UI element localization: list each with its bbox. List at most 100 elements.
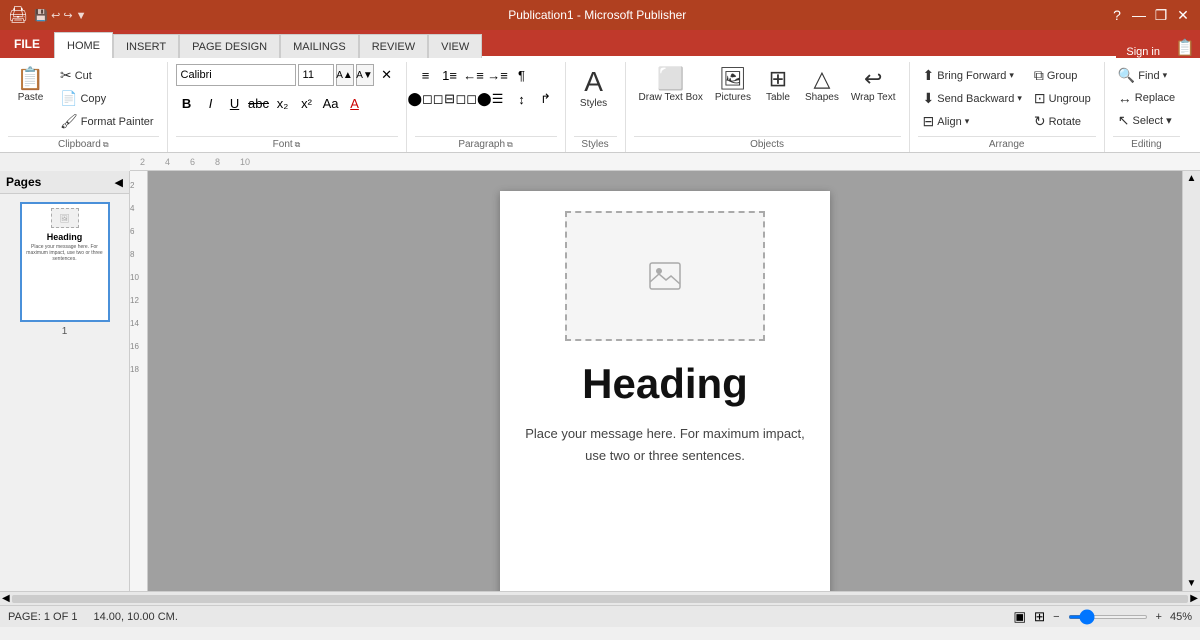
horizontal-ruler: /* ruler drawn via CSS */ 2 4 6 8 10 12 … <box>130 153 1200 171</box>
tab-page-design[interactable]: PAGE DESIGN <box>179 34 280 58</box>
text-direction-button[interactable]: ↱ <box>535 88 557 110</box>
find-button[interactable]: 🔍 Find ▾ <box>1113 64 1180 87</box>
view-master-button[interactable]: ⊞ <box>1034 609 1045 625</box>
document-heading[interactable]: Heading <box>520 361 810 407</box>
replace-icon: ↔ <box>1118 90 1132 106</box>
draw-text-box-icon: ⬜ <box>657 68 684 90</box>
sign-in-button[interactable]: Sign in <box>1116 46 1170 58</box>
tab-mailings[interactable]: MAILINGS <box>280 34 359 58</box>
format-painter-button[interactable]: 🖌 Format Painter <box>55 110 159 133</box>
italic-button[interactable]: I <box>200 92 222 114</box>
canvas-area[interactable]: Heading Place your message here. For max… <box>148 171 1182 591</box>
shapes-button[interactable]: △ Shapes <box>800 64 844 107</box>
scroll-down-button[interactable]: ▼ <box>1185 576 1199 591</box>
change-case-button[interactable]: Aa <box>320 92 342 114</box>
pages-panel-collapse-button[interactable]: ◀ <box>115 176 123 189</box>
shapes-icon: △ <box>813 68 830 90</box>
tab-bar: FILE HOME INSERT PAGE DESIGN MAILINGS RE… <box>0 30 1200 58</box>
ribbon-group-objects: ⬜ Draw Text Box 🖼 Pictures ⊞ Table △ Sha… <box>626 62 910 152</box>
strikethrough-button[interactable]: abc <box>248 92 270 114</box>
tab-home[interactable]: HOME <box>54 32 113 58</box>
cursor-position: 14.00, 10.00 CM. <box>94 611 178 623</box>
replace-button[interactable]: ↔ Replace <box>1113 87 1180 109</box>
select-button[interactable]: ↖ Select ▾ <box>1113 109 1180 132</box>
font-name-input[interactable] <box>176 64 296 86</box>
bold-button[interactable]: B <box>176 92 198 114</box>
show-hide-button[interactable]: ¶ <box>511 64 533 86</box>
ungroup-icon: ⊡ <box>1034 90 1046 107</box>
page-number: 1 <box>62 326 68 337</box>
justify-button[interactable]: ☰ <box>487 88 509 110</box>
subscript-button[interactable]: x₂ <box>272 92 294 114</box>
scroll-left-button[interactable]: ◀ <box>2 593 10 604</box>
editing-label: Editing <box>1113 136 1180 152</box>
line-spacing-button[interactable]: ↕ <box>511 88 533 110</box>
cut-button[interactable]: ✂ Cut <box>55 64 159 87</box>
pages-panel-header: Pages ◀ <box>0 171 129 194</box>
align-left-button[interactable]: ⬤◻◻ <box>415 88 437 110</box>
pictures-button[interactable]: 🖼 Pictures <box>710 64 756 107</box>
scroll-up-button[interactable]: ▲ <box>1185 171 1199 186</box>
numbering-button[interactable]: 1≡ <box>439 64 461 86</box>
image-placeholder[interactable] <box>565 211 765 341</box>
align-button[interactable]: ⊟ Align ▾ <box>918 110 1027 133</box>
font-size-input[interactable] <box>298 64 334 86</box>
bullets-button[interactable]: ≡ <box>415 64 437 86</box>
zoom-plus-icon[interactable]: + <box>1156 611 1162 623</box>
zoom-minus-icon[interactable]: − <box>1053 611 1059 623</box>
tab-insert[interactable]: INSERT <box>113 34 179 58</box>
status-left: PAGE: 1 OF 1 14.00, 10.00 CM. <box>8 611 178 623</box>
styles-label: Styles <box>574 136 617 152</box>
help-button[interactable]: ? <box>1108 7 1126 23</box>
align-right-button[interactable]: ◻◻⬤ <box>463 88 485 110</box>
zoom-slider[interactable] <box>1068 615 1148 619</box>
horizontal-scroll-thumb[interactable] <box>12 595 1189 603</box>
zoom-level: 45% <box>1170 611 1192 623</box>
clipboard-expand-icon[interactable]: ⧉ <box>103 140 109 150</box>
font-expand-icon[interactable]: ⧉ <box>295 140 301 150</box>
minimize-button[interactable]: — <box>1130 7 1148 23</box>
wrap-text-button[interactable]: ↩ Wrap Text <box>846 64 901 107</box>
restore-button[interactable]: ❐ <box>1152 7 1170 23</box>
superscript-button[interactable]: x² <box>296 92 318 114</box>
clipboard-label: Clipboard ⧉ <box>8 136 159 152</box>
pages-panel: Pages ◀ 🖼 Heading Place your message her… <box>0 171 130 591</box>
draw-text-box-button[interactable]: ⬜ Draw Text Box <box>634 64 708 107</box>
tab-review[interactable]: REVIEW <box>359 34 428 58</box>
close-button[interactable]: ✕ <box>1174 7 1192 23</box>
pages-panel-title: Pages <box>6 175 41 189</box>
increase-indent-button[interactable]: →≡ <box>487 64 509 86</box>
find-icon: 🔍 <box>1118 67 1135 84</box>
paragraph-expand-icon[interactable]: ⧉ <box>507 140 513 150</box>
underline-button[interactable]: U <box>224 92 246 114</box>
send-backward-button[interactable]: ⬇ Send Backward ▾ <box>918 87 1027 110</box>
window-title: Publication1 - Microsoft Publisher <box>87 8 1109 22</box>
styles-button[interactable]: A Styles <box>574 64 614 113</box>
cut-icon: ✂ <box>60 67 72 84</box>
copy-button[interactable]: 📄 Copy <box>55 87 159 110</box>
vertical-ruler: 24681012141618 <box>130 171 148 591</box>
objects-label: Objects <box>634 136 901 152</box>
horizontal-scrollbar[interactable]: ◀ ▶ <box>0 591 1200 605</box>
vertical-scrollbar[interactable]: ▲ ▼ <box>1182 171 1200 591</box>
page-thumbnail[interactable]: 🖼 Heading Place your message here. For m… <box>20 202 110 322</box>
font-color-button[interactable]: A <box>344 92 366 114</box>
bring-forward-button[interactable]: ⬆ Bring Forward ▾ <box>918 64 1027 87</box>
decrease-font-size-button[interactable]: A▼ <box>356 64 374 86</box>
increase-font-size-button[interactable]: A▲ <box>336 64 354 86</box>
rotate-button[interactable]: ↻ Rotate <box>1029 110 1096 133</box>
tab-view[interactable]: VIEW <box>428 34 482 58</box>
thumb-heading: Heading <box>47 232 83 242</box>
tab-file[interactable]: FILE <box>0 30 54 58</box>
paste-button[interactable]: 📋 Paste <box>8 64 53 107</box>
table-button[interactable]: ⊞ Table <box>758 64 798 107</box>
decrease-indent-button[interactable]: ←≡ <box>463 64 485 86</box>
group-button[interactable]: ⧉ Group <box>1029 64 1096 87</box>
view-normal-button[interactable]: ▣ <box>1013 609 1026 625</box>
ungroup-button[interactable]: ⊡ Ungroup <box>1029 87 1096 110</box>
scroll-right-button[interactable]: ▶ <box>1190 593 1198 604</box>
page-info: PAGE: 1 OF 1 <box>8 611 78 623</box>
document-body[interactable]: Place your message here. For maximum imp… <box>520 423 810 467</box>
publisher-icon: 📋 <box>1170 38 1200 58</box>
clear-formatting-button[interactable]: ✕ <box>376 64 398 86</box>
